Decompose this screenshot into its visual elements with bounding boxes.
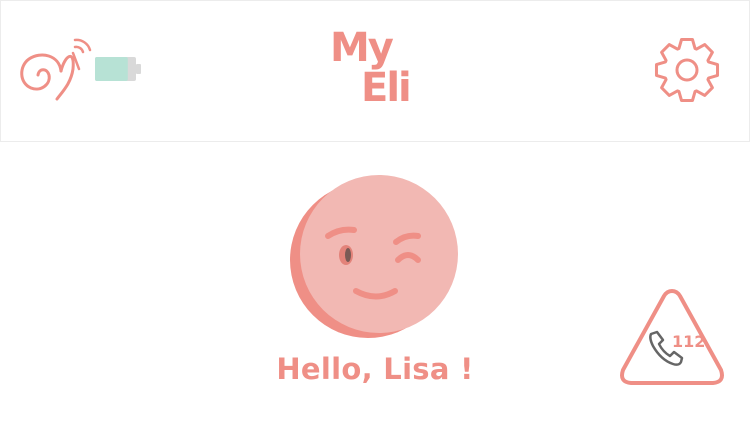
gear-icon [654,37,720,103]
header-bar: My Eli [0,0,750,142]
app-logo: My Eli [321,25,431,115]
emergency-number: 112 [672,332,705,351]
logo-line-eli: Eli [361,65,412,111]
winking-face-icon [290,175,458,338]
bluetooth-device-icon[interactable] [15,35,95,105]
greeting-text: Hello, Lisa ! [276,352,474,386]
battery-icon [95,57,141,81]
logo-line-my: My [330,25,394,71]
settings-button[interactable] [651,34,723,106]
app-screen: My Eli Hello, Lisa ! 112 [0,0,750,430]
emergency-call-button[interactable]: 112 [615,286,729,390]
